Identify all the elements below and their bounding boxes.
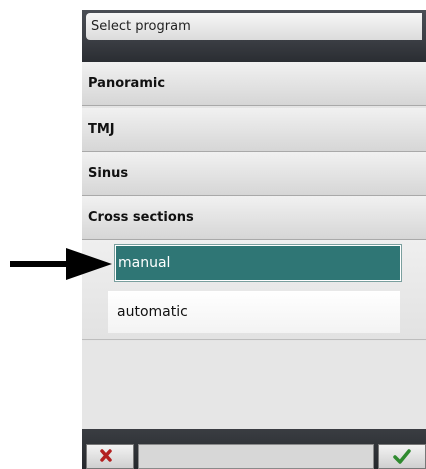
select-program-dialog: Select program Panoramic TMJ Sinus Cross… xyxy=(82,10,426,469)
submenu-item-manual[interactable]: manual xyxy=(114,244,402,282)
bottom-toolbar xyxy=(82,429,426,469)
menu-item-panoramic[interactable]: Panoramic xyxy=(82,62,426,106)
menu-item-tmj[interactable]: TMJ xyxy=(82,108,426,152)
checkmark-icon xyxy=(393,449,411,464)
close-icon xyxy=(100,449,112,462)
submenu-item-automatic[interactable]: automatic xyxy=(108,291,400,333)
arrow-right-icon xyxy=(10,248,112,280)
dialog-title: Select program xyxy=(86,13,422,40)
empty-list-area xyxy=(82,341,426,429)
cancel-button[interactable] xyxy=(86,444,134,469)
status-field xyxy=(138,444,374,469)
ok-button[interactable] xyxy=(378,444,426,469)
menu-item-cross-sections[interactable]: Cross sections xyxy=(82,196,426,240)
menu-item-sinus[interactable]: Sinus xyxy=(82,152,426,196)
title-bar: Select program xyxy=(82,10,426,62)
